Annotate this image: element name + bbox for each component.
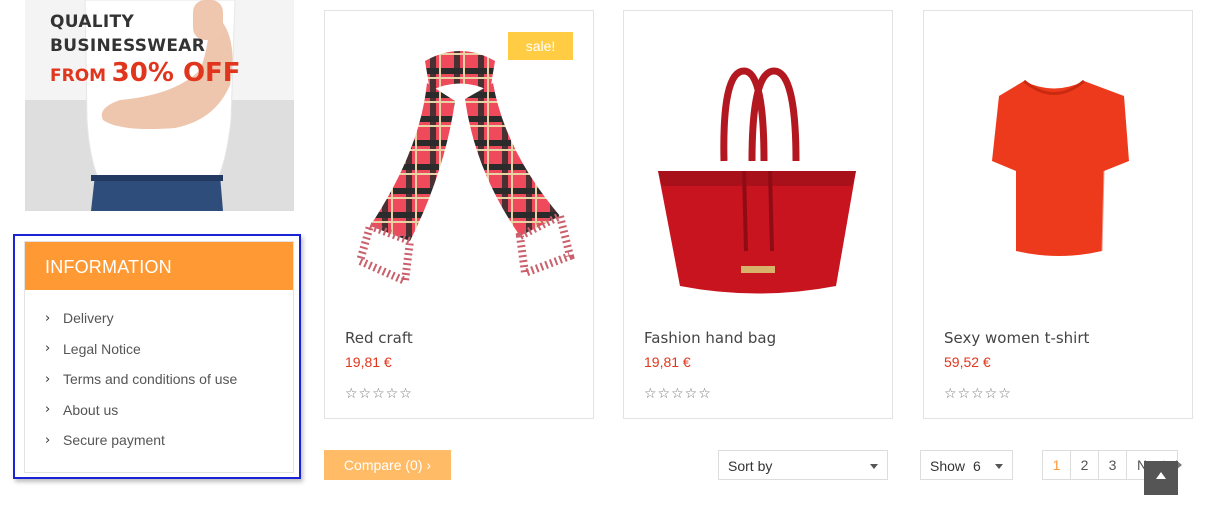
banner-discount-text: 30% OFF bbox=[111, 58, 241, 88]
show-label: Show bbox=[930, 458, 966, 474]
info-link-terms[interactable]: › Terms and conditions of use bbox=[45, 364, 293, 395]
product-price: 19,81 € bbox=[345, 354, 392, 370]
page-2-link[interactable]: 2 bbox=[1070, 450, 1099, 480]
product-name[interactable]: Sexy women t-shirt bbox=[944, 329, 1089, 347]
sort-by-select[interactable]: Sort by bbox=[718, 450, 888, 480]
show-per-page-select[interactable]: Show 6 bbox=[920, 450, 1013, 480]
product-card-red-craft[interactable]: sale! Red craft 19,81 € ☆☆☆☆☆ bbox=[324, 10, 594, 419]
caret-down-icon bbox=[995, 464, 1003, 469]
chevron-right-icon: › bbox=[45, 371, 51, 387]
information-links: › Delivery › Legal Notice › Terms and co… bbox=[25, 290, 293, 456]
back-to-top-button[interactable] bbox=[1144, 461, 1178, 495]
caret-down-icon bbox=[870, 464, 878, 469]
promo-banner[interactable]: QUALITY BUSINESSWEAR FROM 30% OFF bbox=[25, 0, 294, 211]
sort-by-label: Sort by bbox=[728, 458, 773, 474]
info-link-delivery[interactable]: › Delivery bbox=[45, 303, 293, 334]
banner-line-quality: QUALITY bbox=[50, 12, 135, 32]
chevron-right-icon: › bbox=[45, 432, 51, 448]
information-block: INFORMATION › Delivery › Legal Notice › … bbox=[24, 241, 294, 473]
product-image-t-shirt[interactable] bbox=[924, 11, 1192, 311]
info-link-legal-notice[interactable]: › Legal Notice bbox=[45, 334, 293, 365]
chevron-right-icon: › bbox=[45, 341, 51, 357]
info-link-label: Delivery bbox=[63, 310, 114, 327]
product-card-sexy-women-t-shirt[interactable]: Sexy women t-shirt 59,52 € ☆☆☆☆☆ bbox=[923, 10, 1193, 419]
info-link-label: Legal Notice bbox=[63, 340, 141, 357]
info-link-label: Secure payment bbox=[63, 432, 165, 449]
information-title: INFORMATION bbox=[25, 242, 293, 290]
banner-line-businesswear: BUSINESSWEAR bbox=[50, 36, 206, 56]
chevron-right-icon: › bbox=[45, 310, 51, 326]
star-outline-icon-rating: ☆☆☆☆☆ bbox=[944, 386, 1012, 402]
product-card-fashion-hand-bag[interactable]: Fashion hand bag 19,81 € ☆☆☆☆☆ bbox=[623, 10, 893, 419]
show-value: 6 bbox=[973, 458, 981, 474]
arrow-up-icon bbox=[1156, 472, 1166, 479]
info-link-label: Terms and conditions of use bbox=[63, 371, 238, 388]
sale-badge: sale! bbox=[508, 32, 573, 60]
star-outline-icon-rating: ☆☆☆☆☆ bbox=[644, 386, 712, 402]
banner-headline: QUALITY BUSINESSWEAR FROM 30% OFF bbox=[50, 10, 241, 91]
page-1-link[interactable]: 1 bbox=[1042, 450, 1071, 480]
product-price: 59,52 € bbox=[944, 354, 991, 370]
star-outline-icon-rating: ☆☆☆☆☆ bbox=[345, 386, 413, 402]
compare-button[interactable]: Compare (0) › bbox=[324, 450, 451, 480]
product-name[interactable]: Fashion hand bag bbox=[644, 329, 776, 347]
product-price: 19,81 € bbox=[644, 354, 691, 370]
chevron-right-icon: › bbox=[45, 402, 51, 418]
product-name[interactable]: Red craft bbox=[345, 329, 413, 347]
banner-line-discount: FROM 30% OFF bbox=[50, 58, 241, 91]
info-link-label: About us bbox=[63, 401, 119, 418]
info-link-about-us[interactable]: › About us bbox=[45, 395, 293, 426]
info-link-secure-payment[interactable]: › Secure payment bbox=[45, 425, 293, 456]
product-image-handbag[interactable] bbox=[624, 11, 892, 311]
banner-from-text: FROM bbox=[50, 66, 107, 86]
page-3-link[interactable]: 3 bbox=[1098, 450, 1127, 480]
